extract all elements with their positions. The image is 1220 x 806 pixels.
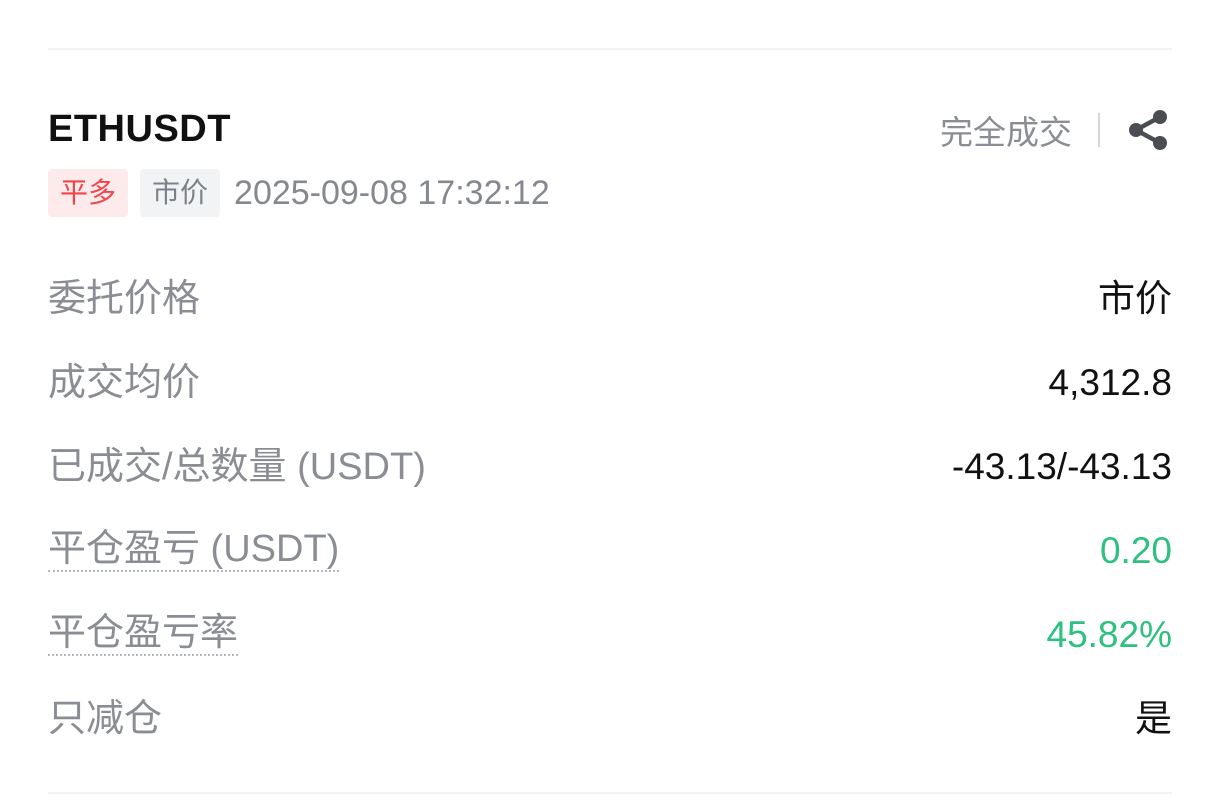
order-type-tag: 市价 <box>140 169 221 217</box>
reduce-only-label: 只减仓 <box>48 698 163 740</box>
detail-row-reduce-only: 只减仓 是 <box>48 678 1172 762</box>
header-actions: 完全成交 <box>940 100 1172 160</box>
reduce-only-value: 是 <box>1135 698 1172 739</box>
filled-total-label: 已成交/总数量 (USDT) <box>48 446 426 488</box>
header-separator <box>1098 113 1100 147</box>
order-price-value: 市价 <box>1098 278 1172 319</box>
close-pnl-value: 0.20 <box>1099 530 1172 571</box>
side-tag: 平多 <box>48 169 129 217</box>
bottom-divider <box>48 792 1172 794</box>
order-header: ETHUSDT 完全成交 <box>48 100 1172 160</box>
order-status: 完全成交 <box>940 114 1072 151</box>
detail-row-close-pnl: 平仓盈亏 (USDT) 0.20 <box>48 510 1172 594</box>
detail-row-avg-price: 成交均价 4,312.8 <box>48 342 1172 426</box>
detail-row-close-pnl-rate: 平仓盈亏率 45.82% <box>48 594 1172 678</box>
order-tags: 平多 市价 2025-09-08 17:32:12 <box>48 168 550 218</box>
top-divider <box>48 48 1172 50</box>
close-pnl-rate-label[interactable]: 平仓盈亏率 <box>48 612 239 656</box>
avg-price-label: 成交均价 <box>48 362 201 404</box>
close-pnl-rate-value: 45.82% <box>1046 614 1173 655</box>
detail-row-order-price: 委托价格 市价 <box>48 258 1172 342</box>
share-icon[interactable] <box>1124 106 1172 154</box>
order-details: 委托价格 市价 成交均价 4,312.8 已成交/总数量 (USDT) -43.… <box>48 258 1172 762</box>
avg-price-value: 4,312.8 <box>1048 362 1172 403</box>
close-pnl-label[interactable]: 平仓盈亏 (USDT) <box>48 528 340 572</box>
symbol-title: ETHUSDT <box>48 108 231 150</box>
order-time: 2025-09-08 17:32:12 <box>234 173 550 212</box>
detail-row-filled-total: 已成交/总数量 (USDT) -43.13/-43.13 <box>48 426 1172 510</box>
filled-total-value: -43.13/-43.13 <box>951 446 1172 487</box>
order-price-label: 委托价格 <box>48 278 201 320</box>
